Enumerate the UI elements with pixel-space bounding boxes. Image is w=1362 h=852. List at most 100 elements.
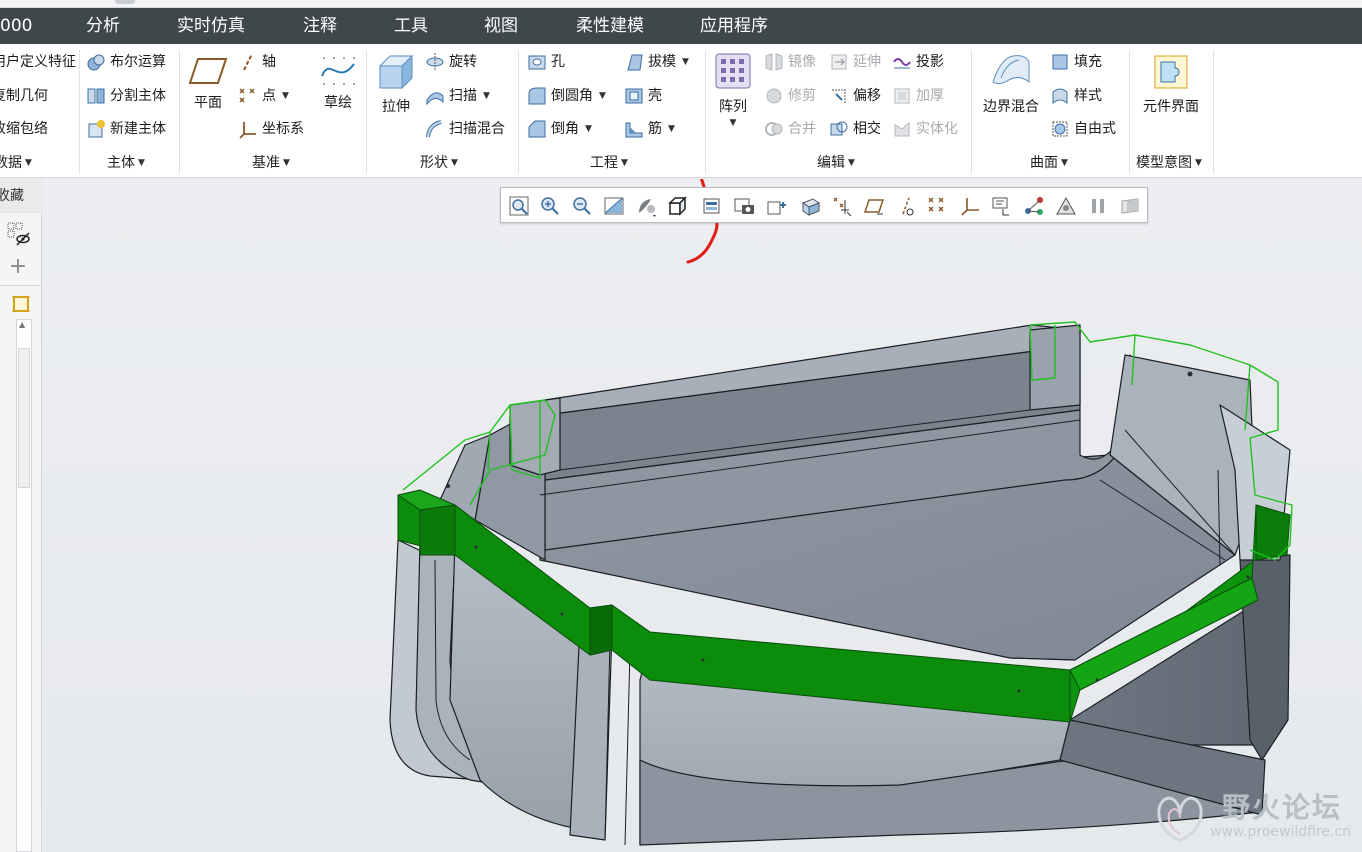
tree-scrollbar[interactable]: ▲ — [16, 319, 32, 852]
screenshot-icon[interactable] — [733, 195, 755, 217]
swept-blend-label: 扫描混合 — [449, 121, 505, 137]
perspective-view-icon[interactable] — [765, 195, 787, 217]
group-label-data[interactable]: 数据 ▼ — [0, 152, 32, 174]
fill-button[interactable]: 填充 — [1050, 49, 1102, 75]
extend-button[interactable]: 延伸 — [829, 49, 881, 75]
point-display-icon[interactable] — [927, 195, 949, 217]
group-label-datum[interactable]: 基准 ▼ — [252, 152, 290, 174]
app-window: 000 分析 实时仿真 注释 工具 视图 柔性建模 应用程序 用户定义特征 复制… — [0, 0, 1362, 852]
model-root-icon[interactable] — [10, 293, 34, 315]
tab-model[interactable]: 000 — [0, 8, 32, 44]
tab-annotate[interactable]: 注释 — [303, 8, 337, 44]
style-button[interactable]: 样式 — [1050, 83, 1102, 109]
section-view-icon[interactable] — [799, 195, 821, 217]
chamfer-button[interactable]: 倒角 ▼ — [527, 116, 592, 142]
axis-icon — [238, 52, 258, 72]
tab-analysis[interactable]: 分析 — [86, 8, 120, 44]
boolean-operations-button[interactable]: 布尔运算 — [86, 49, 166, 75]
zoom-out-icon[interactable] — [571, 195, 593, 217]
swept-blend-button[interactable]: 扫描混合 — [425, 116, 505, 142]
refit-icon[interactable] — [508, 195, 530, 217]
rib-button[interactable]: 筋 ▼ — [624, 116, 675, 142]
copy-geometry-label: 复制几何 — [0, 88, 48, 104]
fill-label: 填充 — [1074, 54, 1102, 70]
view-toolbar — [500, 187, 1148, 223]
thicken-button[interactable]: 加厚 — [892, 83, 944, 109]
revolve-button[interactable]: 旋转 — [425, 49, 477, 75]
zoom-in-icon[interactable] — [539, 195, 561, 217]
draft-button[interactable]: 拔模 ▼ — [624, 49, 689, 75]
hole-label: 孔 — [551, 54, 565, 70]
merge-button[interactable]: 合并 — [764, 116, 816, 142]
copy-geometry-button[interactable]: 复制几何 — [0, 83, 48, 109]
sweep-button[interactable]: 扫描 ▼ — [425, 83, 490, 109]
spin-center-icon[interactable] — [1023, 195, 1045, 217]
intersect-button[interactable]: 相交 — [829, 116, 881, 142]
extrude-button[interactable]: 拉伸 — [374, 52, 418, 116]
repaint-icon[interactable] — [603, 195, 625, 217]
split-body-button[interactable]: 分割主体 — [86, 83, 166, 109]
project-icon — [892, 52, 912, 72]
boundary-blend-button[interactable]: 边界混合 — [979, 52, 1043, 116]
pattern-label: 阵列 — [719, 99, 747, 115]
sketch-button[interactable]: 草绘 — [318, 54, 358, 112]
point-icon — [238, 86, 258, 106]
display-settings-icon[interactable] — [1119, 195, 1141, 217]
group-label-body[interactable]: 主体 ▼ — [107, 152, 145, 174]
new-body-button[interactable]: 新建主体 — [86, 116, 166, 142]
tab-tools[interactable]: 工具 — [394, 8, 428, 44]
show-hide-icon[interactable] — [6, 221, 32, 247]
mirror-button[interactable]: 镜像 — [764, 49, 816, 75]
offset-button[interactable]: 偏移 — [829, 83, 881, 109]
extend-icon — [829, 52, 849, 72]
appearance-icon[interactable] — [1055, 195, 1077, 217]
display-style-icon[interactable] — [635, 195, 657, 217]
rib-icon — [624, 119, 644, 139]
project-button[interactable]: 投影 — [892, 49, 944, 75]
view-manager-icon[interactable] — [701, 195, 723, 217]
intersect-icon — [829, 119, 849, 139]
point-button[interactable]: 点 ▼ — [238, 83, 289, 109]
sweep-label: 扫描 — [449, 88, 477, 104]
add-icon[interactable]: + — [8, 256, 28, 278]
group-label-editing[interactable]: 编辑 ▼ — [817, 152, 855, 174]
tab-applications[interactable]: 应用程序 — [700, 8, 768, 44]
solidify-button[interactable]: 实体化 — [892, 116, 958, 142]
coordinate-system-button[interactable]: 坐标系 — [238, 116, 304, 142]
group-label-shape[interactable]: 形状 ▼ — [420, 152, 458, 174]
hole-button[interactable]: 孔 — [527, 49, 565, 75]
plane-icon — [188, 54, 228, 88]
group-label-surfaces[interactable]: 曲面 ▼ — [1030, 152, 1068, 174]
pattern-button[interactable]: 阵列 ▼ — [712, 52, 754, 128]
freestyle-label: 自由式 — [1074, 121, 1116, 137]
csys-display-icon[interactable] — [959, 195, 981, 217]
trim-button[interactable]: 修剪 — [764, 83, 816, 109]
freestyle-button[interactable]: 自由式 — [1050, 116, 1116, 142]
user-defined-feature-button[interactable]: 用户定义特征 — [0, 49, 76, 75]
round-button[interactable]: 倒圆角 ▼ — [527, 83, 606, 109]
plane-button[interactable]: 平面 — [186, 54, 230, 112]
component-interface-button[interactable]: 元件界面 — [1138, 52, 1204, 116]
shell-button[interactable]: 壳 — [624, 83, 662, 109]
group-label-engineering[interactable]: 工程 ▼ — [590, 152, 628, 174]
shrinkwrap-button[interactable]: 收缩包络 — [0, 116, 48, 142]
favorites-tab[interactable]: 收藏 — [0, 179, 42, 213]
component-interface-label: 元件界面 — [1143, 99, 1199, 115]
annotation-display-icon[interactable] — [991, 195, 1013, 217]
tab-flexible-modeling[interactable]: 柔性建模 — [576, 8, 644, 44]
pause-icon[interactable] — [1087, 195, 1109, 217]
extrude-icon — [376, 52, 416, 92]
model-3d-view[interactable] — [43, 179, 1362, 852]
thicken-icon — [892, 86, 912, 106]
plane-display-icon[interactable] — [863, 195, 885, 217]
saved-orientations-icon[interactable] — [667, 195, 689, 217]
graphics-window[interactable] — [43, 179, 1362, 852]
group-label-model-intent[interactable]: 模型意图 ▼ — [1136, 152, 1202, 174]
axis-display-icon[interactable] — [895, 195, 917, 217]
datum-display-filter-icon[interactable] — [831, 195, 853, 217]
tab-live-simulation[interactable]: 实时仿真 — [177, 8, 245, 44]
tab-view[interactable]: 视图 — [484, 8, 518, 44]
point-label: 点 — [262, 88, 276, 104]
axis-button[interactable]: 轴 — [238, 49, 276, 75]
scroll-up-icon[interactable]: ▲ — [19, 320, 25, 329]
